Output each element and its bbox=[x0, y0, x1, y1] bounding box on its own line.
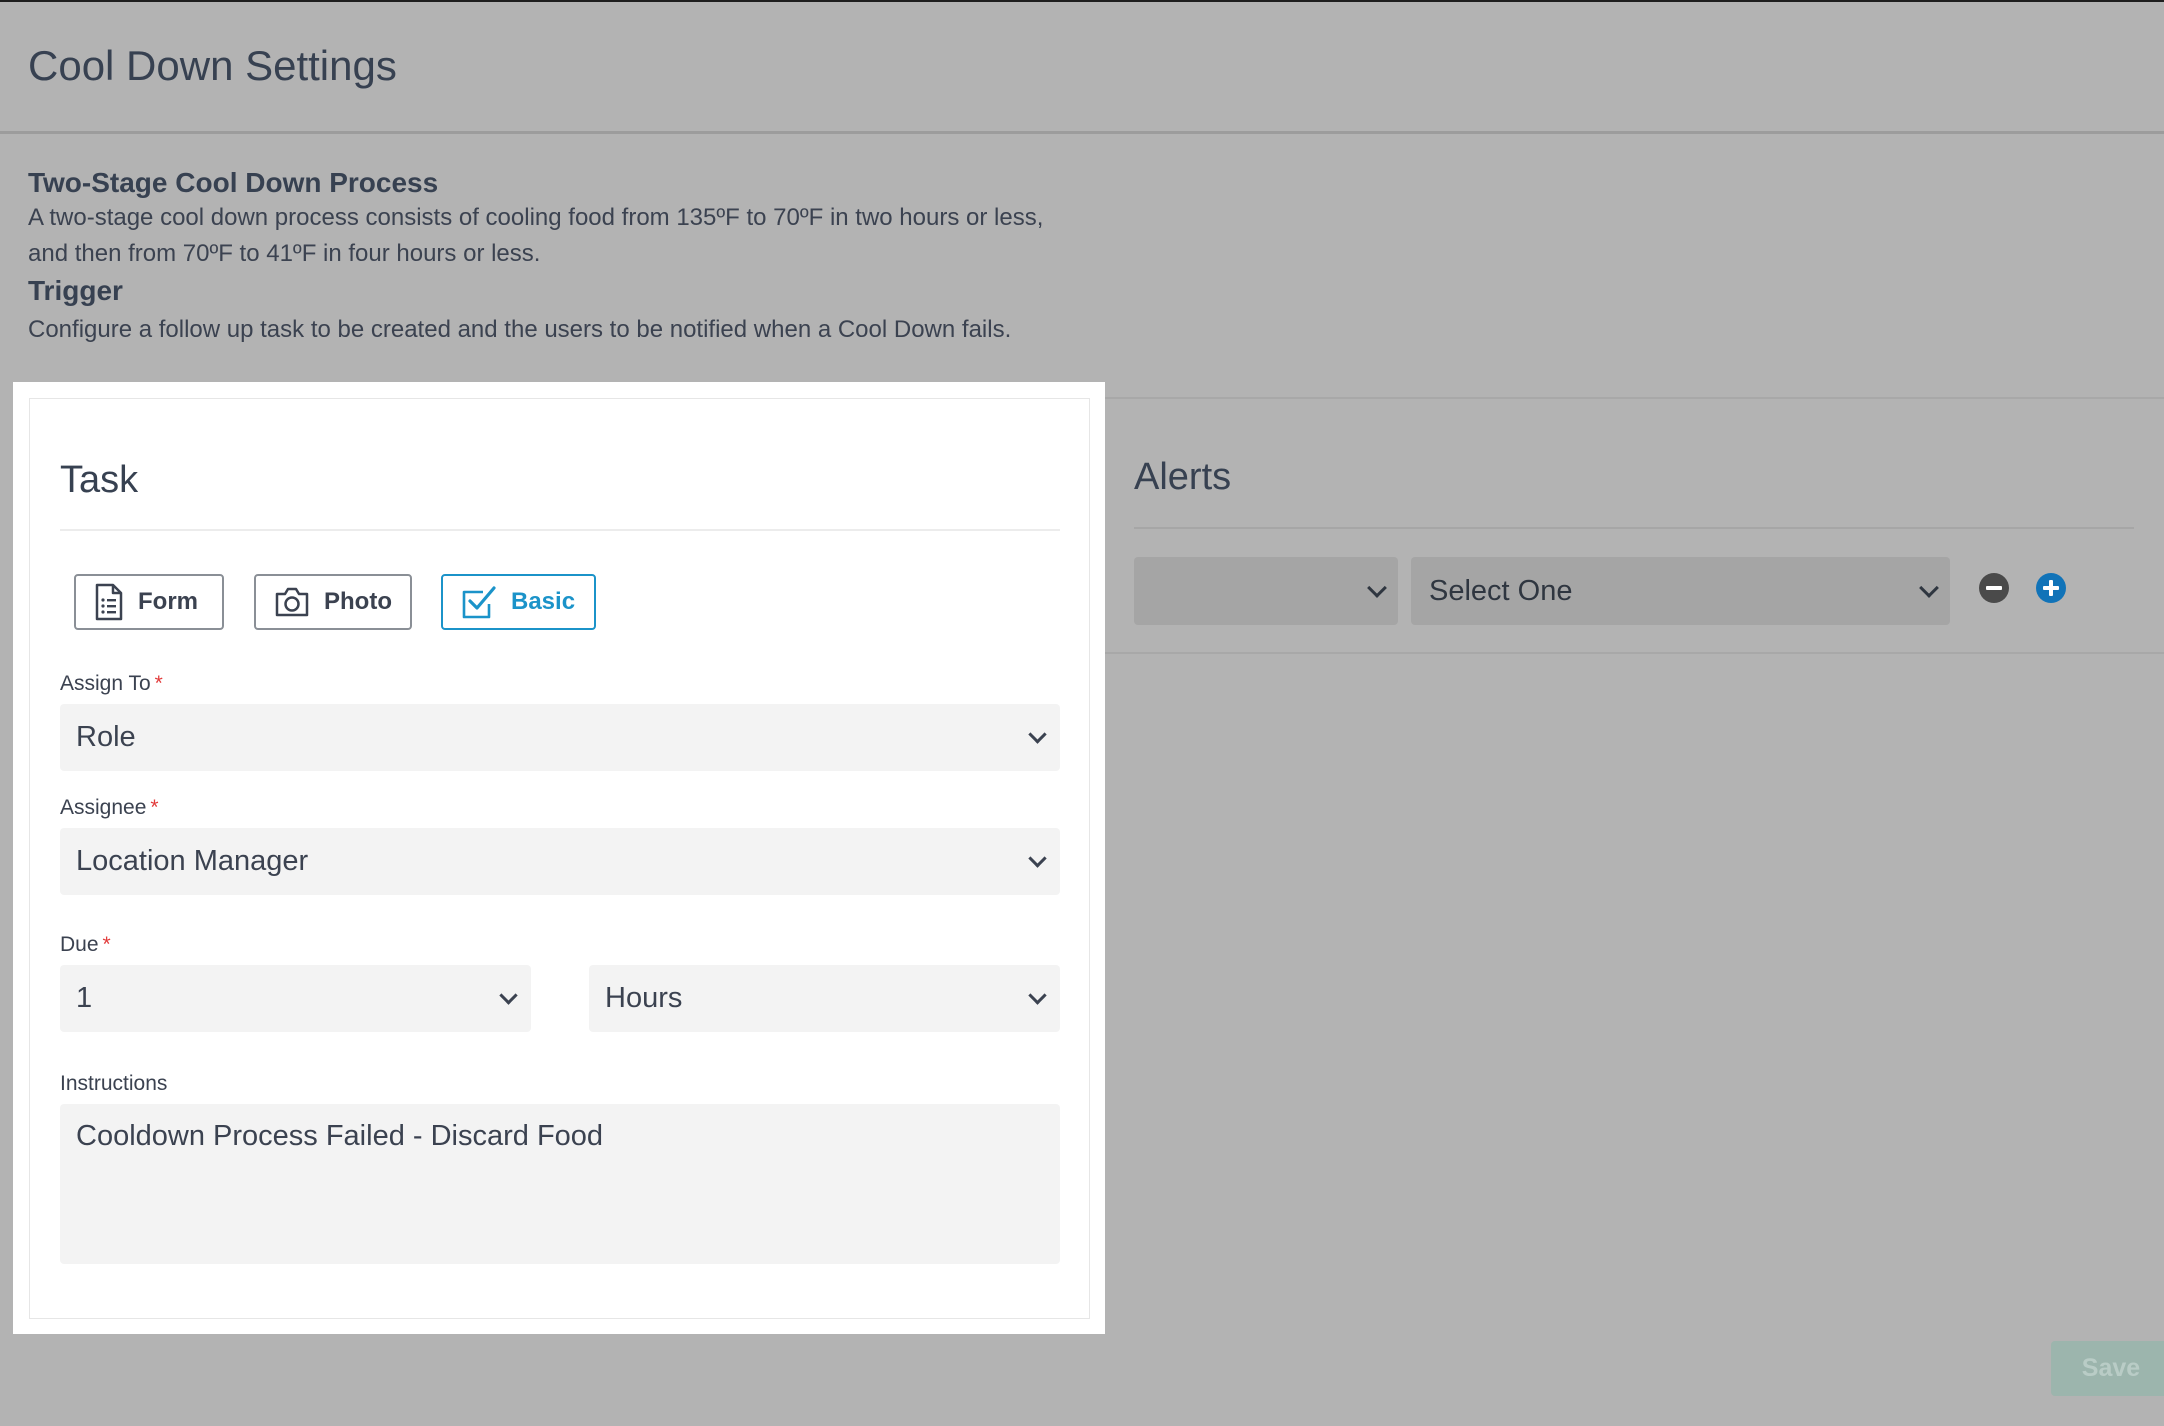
alert-type-select[interactable] bbox=[1134, 557, 1398, 625]
assign-to-label-text: Assign To bbox=[60, 672, 151, 695]
trigger-description: Configure a follow up task to be created… bbox=[28, 316, 1012, 343]
required-marker: * bbox=[150, 796, 159, 819]
form-icon bbox=[95, 583, 123, 621]
chevron-down-icon bbox=[1028, 848, 1047, 868]
page-title: Cool Down Settings bbox=[28, 42, 397, 89]
trigger-heading: Trigger bbox=[28, 275, 123, 306]
chevron-down-icon bbox=[1919, 578, 1939, 598]
plus-circle-icon bbox=[2043, 580, 2059, 596]
header-divider bbox=[0, 131, 2164, 134]
task-type-form-button[interactable]: Form bbox=[74, 574, 224, 630]
alerts-title: Alerts bbox=[1134, 456, 1232, 498]
assign-to-select[interactable]: Role bbox=[60, 704, 1060, 771]
camera-icon bbox=[275, 587, 309, 617]
alert-recipient-value: Select One bbox=[1429, 574, 1573, 607]
task-type-basic-button[interactable]: Basic bbox=[441, 574, 596, 630]
task-card: Task Form Photo Basic Assign To * Role A… bbox=[13, 382, 1105, 1334]
required-marker: * bbox=[154, 672, 163, 695]
chevron-down-icon bbox=[499, 985, 518, 1005]
add-alert-button[interactable] bbox=[2036, 573, 2066, 603]
save-button[interactable]: Save bbox=[2051, 1341, 2164, 1396]
assign-to-label: Assign To * bbox=[60, 672, 163, 696]
due-amount-select[interactable]: 1 bbox=[60, 965, 531, 1032]
instructions-textarea[interactable]: Cooldown Process Failed - Discard Food bbox=[60, 1104, 1060, 1264]
alerts-panel-top-border bbox=[1105, 397, 2164, 399]
chevron-down-icon bbox=[1367, 578, 1387, 598]
task-panel: Task Form Photo Basic Assign To * Role A… bbox=[29, 398, 1090, 1319]
required-marker: * bbox=[102, 933, 111, 956]
assign-to-value: Role bbox=[76, 721, 136, 753]
process-heading: Two-Stage Cool Down Process bbox=[28, 167, 439, 198]
checkbox-icon bbox=[462, 586, 496, 619]
due-unit-select[interactable]: Hours bbox=[589, 965, 1060, 1032]
chevron-down-icon bbox=[1028, 724, 1047, 744]
task-divider bbox=[60, 529, 1060, 531]
alert-recipient-select[interactable]: Select One bbox=[1411, 557, 1950, 625]
due-label: Due * bbox=[60, 933, 111, 957]
remove-alert-button[interactable] bbox=[1979, 573, 2009, 603]
assignee-value: Location Manager bbox=[76, 845, 309, 877]
task-type-basic-label: Basic bbox=[511, 588, 576, 615]
alerts-panel-bottom-border bbox=[1105, 652, 2164, 654]
chevron-down-icon bbox=[1028, 985, 1047, 1005]
assignee-label: Assignee * bbox=[60, 796, 159, 820]
assignee-label-text: Assignee bbox=[60, 796, 147, 819]
due-amount-value: 1 bbox=[76, 982, 93, 1014]
due-unit-value: Hours bbox=[605, 982, 683, 1014]
task-title: Task bbox=[60, 459, 139, 501]
task-type-photo-button[interactable]: Photo bbox=[254, 574, 412, 630]
cooldown-info: Two-Stage Cool Down Process A two-stage … bbox=[28, 166, 1088, 348]
minus-circle-icon bbox=[1986, 586, 2002, 590]
task-type-form-label: Form bbox=[138, 588, 198, 615]
due-label-text: Due bbox=[60, 933, 99, 956]
instructions-label: Instructions bbox=[60, 1072, 168, 1095]
task-type-photo-label: Photo bbox=[324, 588, 392, 615]
alerts-divider bbox=[1134, 527, 2134, 529]
process-description: A two-stage cool down process consists o… bbox=[28, 204, 1044, 267]
top-border bbox=[0, 0, 2164, 2]
assignee-select[interactable]: Location Manager bbox=[60, 828, 1060, 895]
